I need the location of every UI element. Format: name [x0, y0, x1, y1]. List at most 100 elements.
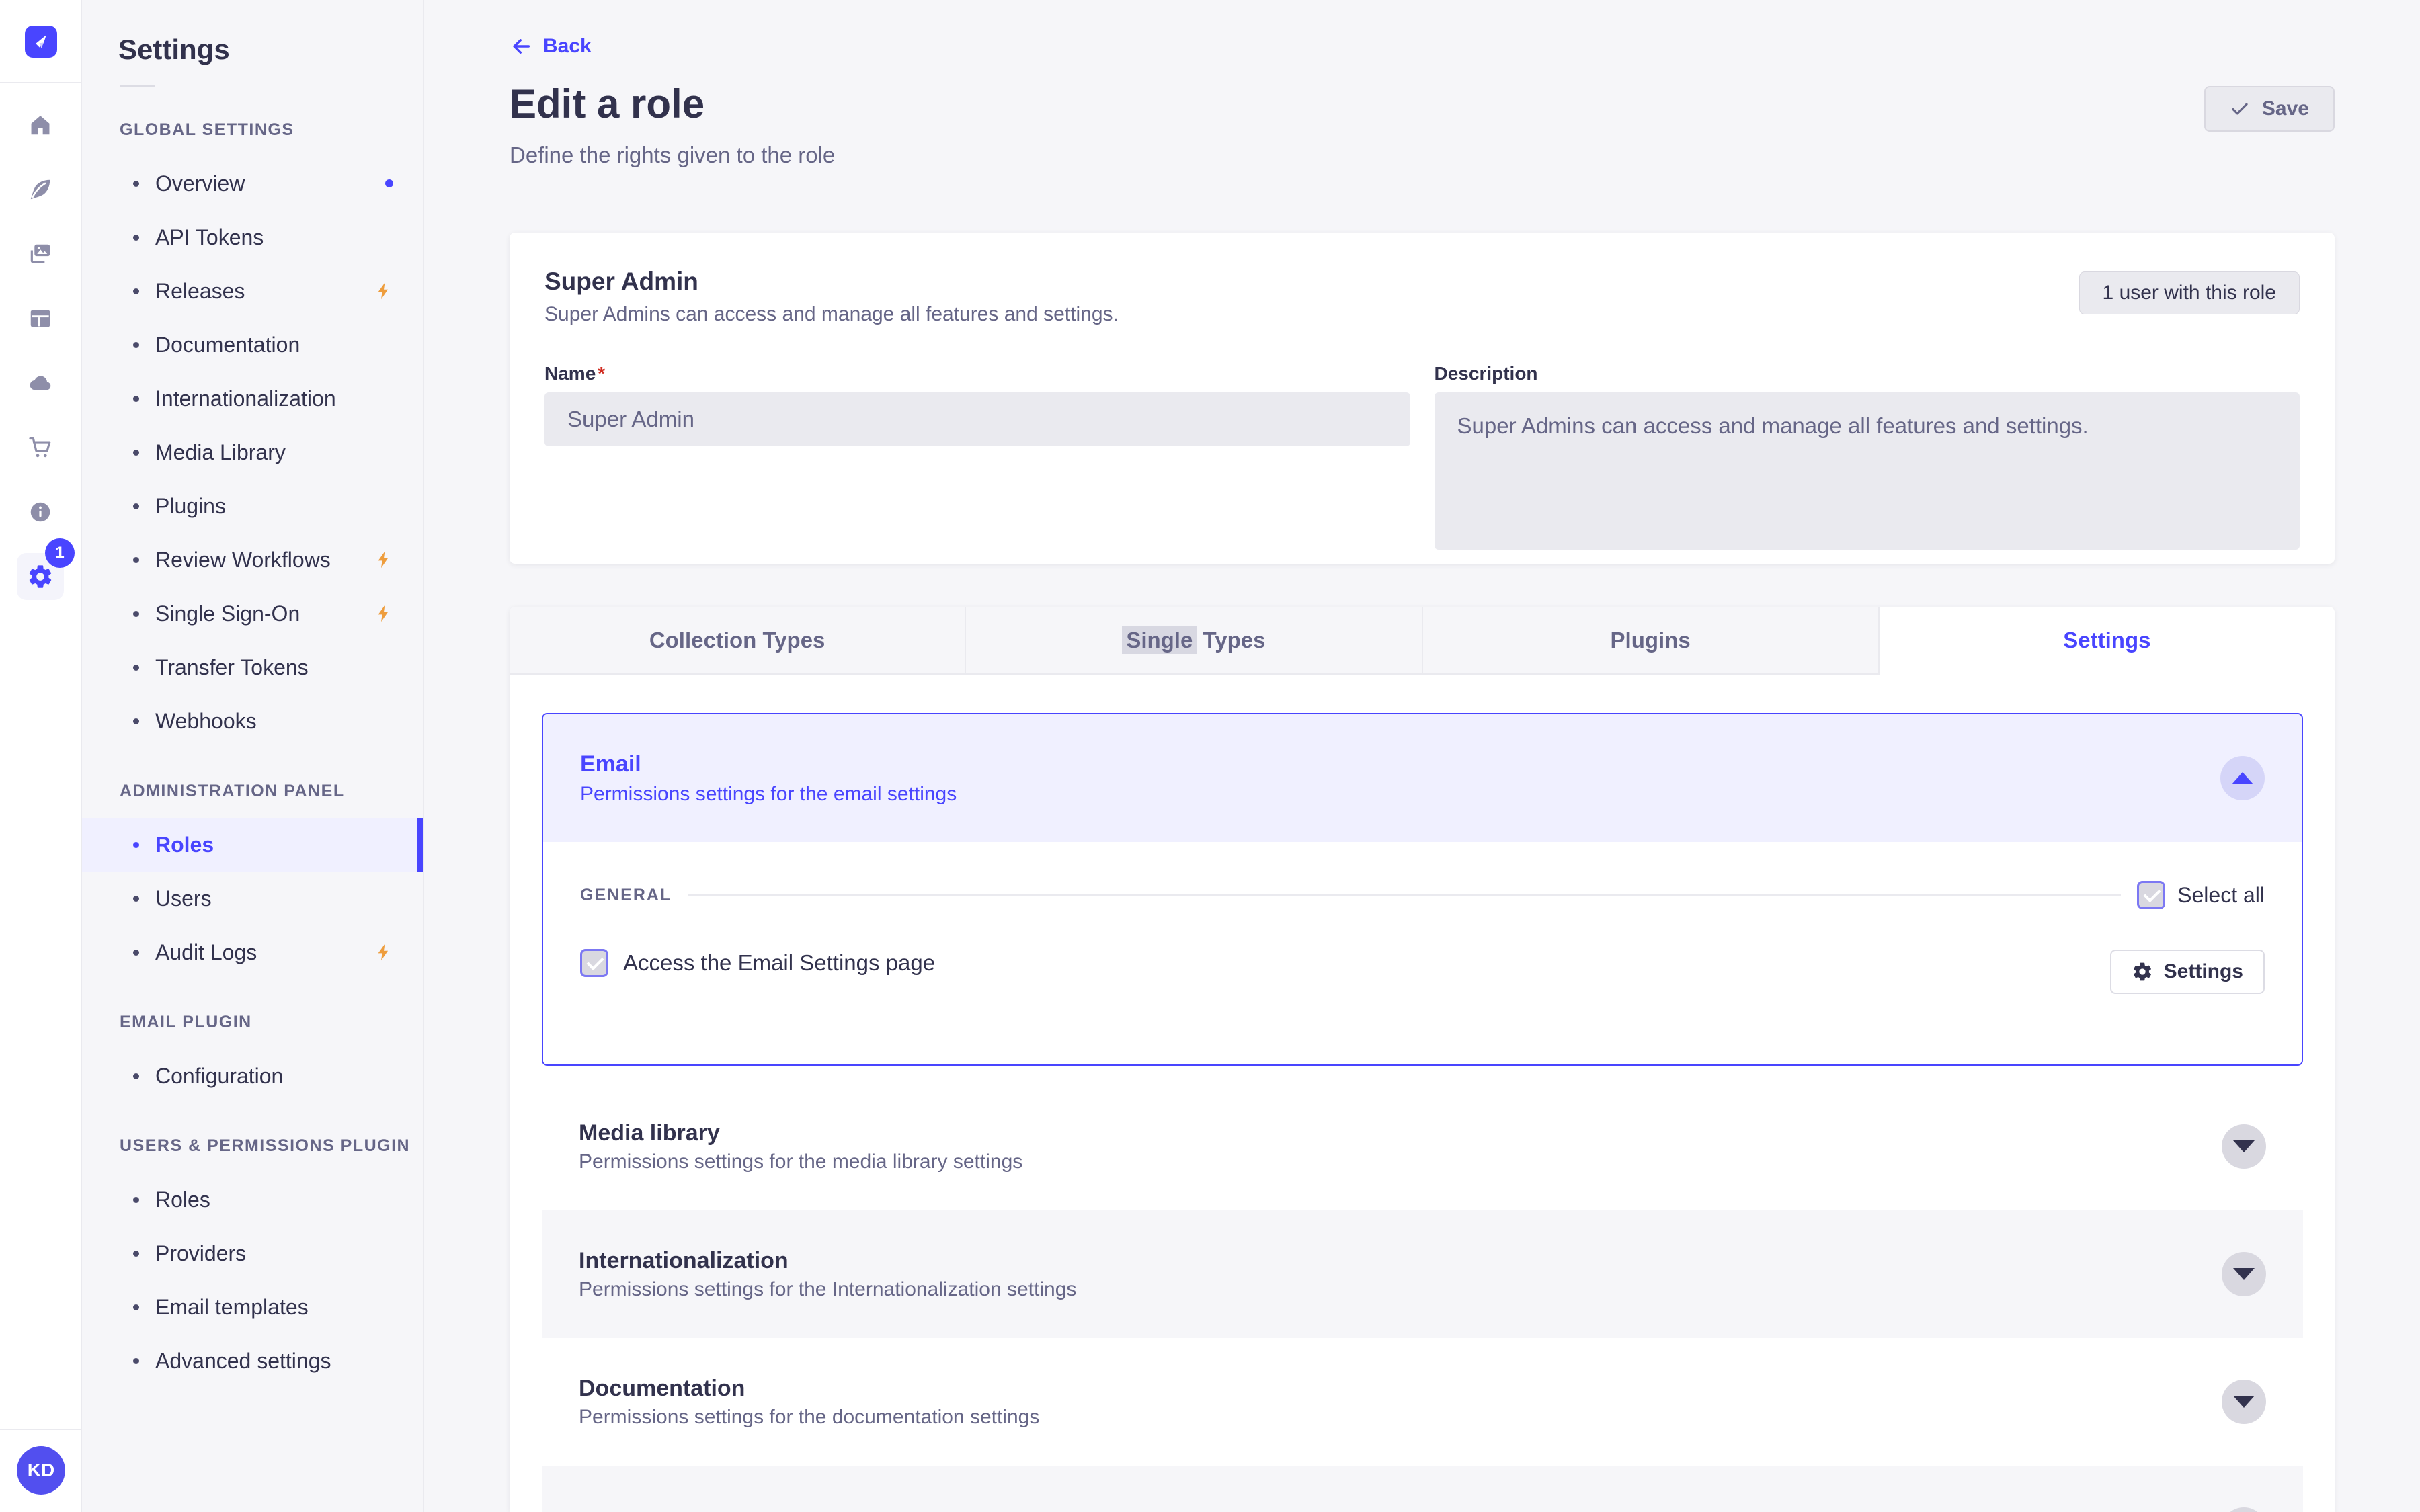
email-panel-body: GENERAL Select all Access the Email Sett…	[543, 842, 2302, 1064]
bullet-dot	[133, 395, 139, 402]
bullet-dot	[133, 895, 139, 902]
sidebar-item[interactable]: Single Sign-On	[82, 587, 423, 640]
sidebar-item[interactable]: Users	[82, 872, 423, 925]
info-icon[interactable]	[28, 499, 53, 525]
sidebar-item[interactable]: Advanced settings	[82, 1334, 423, 1388]
sidebar-item-label: Roles	[155, 832, 214, 857]
bullet-dot	[133, 449, 139, 456]
role-title: Super Admin	[544, 267, 698, 295]
email-settings-button-label: Settings	[2163, 960, 2243, 982]
bullet-dot	[133, 503, 139, 509]
bullet-dot	[133, 1357, 139, 1364]
sidebar-item[interactable]: Internationalization	[82, 372, 423, 425]
permission-row-subtitle: Permissions settings for the Internation…	[579, 1278, 1077, 1300]
sidebar-item-label: Audit Logs	[155, 939, 257, 964]
sidebar-item[interactable]: Audit Logs	[82, 925, 423, 979]
role-description-textarea[interactable]: Super Admins can access and manage all f…	[1434, 392, 2300, 550]
sidebar-title-divider	[120, 85, 155, 87]
bullet-dot	[133, 841, 139, 848]
home-icon[interactable]	[28, 112, 53, 138]
marketplace-cart-icon[interactable]	[28, 435, 53, 460]
sidebar-item[interactable]: API Tokens	[82, 210, 423, 264]
bullet-dot	[133, 949, 139, 956]
general-divider-line	[688, 894, 2122, 896]
permission-row[interactable]: Documentation Permissions settings for t…	[542, 1338, 2303, 1466]
user-avatar[interactable]: KD	[17, 1446, 65, 1495]
email-settings-button[interactable]: Settings	[2109, 950, 2265, 994]
sidebar-item-label: Single Sign-On	[155, 601, 300, 626]
tab-settings[interactable]: Settings	[1879, 607, 2335, 675]
permission-row-title: Documentation	[579, 1376, 745, 1401]
content-manager-feather-icon[interactable]	[28, 177, 53, 202]
tab-plugins[interactable]: Plugins	[1422, 607, 1880, 675]
save-button[interactable]: Save	[2204, 86, 2335, 132]
users-permissions-list: Roles Providers Email templates Advanced…	[82, 1173, 423, 1388]
sidebar-item[interactable]: Roles	[82, 818, 423, 872]
permissions-card: Collection Types Single Types Plugins Se…	[510, 607, 2335, 1512]
media-library-icon[interactable]	[28, 241, 53, 267]
sidebar-item[interactable]: Providers	[82, 1226, 423, 1280]
bullet-dot	[133, 1073, 139, 1079]
sidebar-item[interactable]: Roles	[82, 1173, 423, 1226]
sidebar-item-label: Review Workflows	[155, 547, 331, 572]
role-name-input[interactable]	[544, 392, 1410, 446]
select-all-group: Select all	[2137, 881, 2265, 909]
expand-row-button[interactable]	[2222, 1124, 2266, 1169]
permission-row[interactable]: Plugins and marketplace	[542, 1466, 2303, 1512]
administration-panel-list: Roles Users Audit Logs	[82, 818, 423, 979]
global-settings-list: Overview API Tokens Releases Documentati…	[82, 157, 423, 748]
email-panel-header[interactable]: Email Permissions settings for the email…	[543, 714, 2302, 842]
sidebar-item-label: Releases	[155, 278, 245, 303]
arrow-left-icon	[510, 35, 532, 58]
chevron-down-icon	[2233, 1396, 2255, 1408]
required-asterisk: *	[598, 363, 606, 384]
sidebar-item-label: Configuration	[155, 1063, 284, 1088]
sidebar-item[interactable]: Configuration	[82, 1049, 423, 1103]
collapse-email-panel-button[interactable]	[2220, 756, 2265, 800]
sidebar-item[interactable]: Releases	[82, 264, 423, 318]
permission-row-title: Media library	[579, 1120, 720, 1146]
notification-dot-icon	[385, 179, 393, 187]
sidebar-item[interactable]: Documentation	[82, 318, 423, 372]
email-panel-title: Email	[580, 751, 641, 777]
email-panel-subtitle: Permissions settings for the email setti…	[580, 782, 957, 805]
page-subtitle: Define the rights given to the role	[510, 142, 836, 167]
tab-collection-types[interactable]: Collection Types	[510, 607, 967, 675]
lightning-icon	[374, 604, 393, 623]
notification-badge: 1	[45, 538, 75, 568]
back-link[interactable]: Back	[510, 35, 592, 58]
permission-row[interactable]: Internationalization Permissions setting…	[542, 1210, 2303, 1338]
email-permissions-panel: Email Permissions settings for the email…	[542, 713, 2303, 1066]
sidebar-item[interactable]: Webhooks	[82, 694, 423, 748]
back-label: Back	[543, 35, 592, 57]
strapi-logo[interactable]	[25, 26, 57, 58]
sidebar-item-label: Media Library	[155, 439, 286, 464]
expand-row-button[interactable]	[2222, 1380, 2266, 1424]
deploy-cloud-icon[interactable]	[28, 370, 53, 396]
bullet-dot	[133, 1196, 139, 1203]
sidebar-item[interactable]: Email templates	[82, 1280, 423, 1334]
permission-row[interactable]: Media library Permissions settings for t…	[542, 1083, 2303, 1210]
sidebar-item[interactable]: Plugins	[82, 479, 423, 533]
sidebar-item[interactable]: Transfer Tokens	[82, 640, 423, 694]
sidebar-item[interactable]: Media Library	[82, 425, 423, 479]
permissions-tabbar: Collection Types Single Types Plugins Se…	[510, 607, 2335, 675]
access-email-settings-label: Access the Email Settings page	[623, 950, 936, 975]
expand-row-button[interactable]	[2222, 1252, 2266, 1296]
sidebar-title: Settings	[118, 34, 230, 65]
save-label: Save	[2261, 97, 2309, 120]
expand-row-button[interactable]	[2222, 1507, 2266, 1512]
tab-single-types[interactable]: Single Types	[966, 607, 1423, 675]
bullet-dot	[133, 341, 139, 348]
main-content: Back Edit a role Define the rights given…	[424, 0, 2420, 1512]
bullet-dot	[133, 664, 139, 671]
content-type-builder-icon[interactable]	[28, 306, 53, 331]
select-all-checkbox[interactable]	[2137, 881, 2166, 909]
users-with-role-button[interactable]: 1 user with this role	[2079, 271, 2300, 314]
sidebar-item[interactable]: Overview	[82, 157, 423, 210]
sidebar-item-label: Providers	[155, 1241, 247, 1265]
settings-gear-icon[interactable]: 1	[17, 538, 75, 600]
sidebar-item-label: Overview	[155, 171, 245, 196]
access-email-settings-checkbox[interactable]	[580, 949, 608, 977]
sidebar-item[interactable]: Review Workflows	[82, 533, 423, 587]
